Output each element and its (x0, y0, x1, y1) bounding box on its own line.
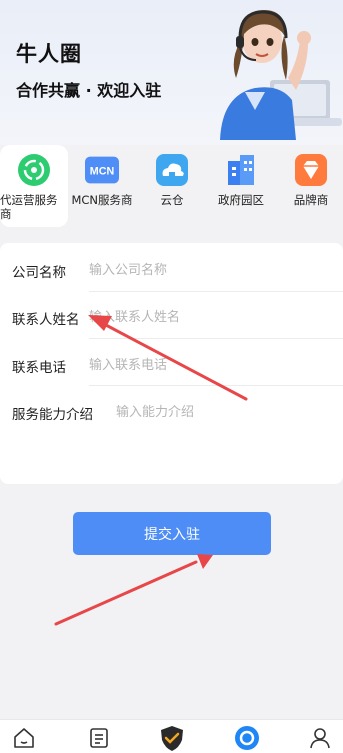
submit-button[interactable]: 提交入驻 (73, 512, 271, 555)
banner-subtitle: 合作共赢 · 欢迎入驻 (16, 81, 162, 100)
mcn-logo-icon: MCN (85, 153, 119, 187)
category-label: 云仓 (160, 193, 184, 207)
category-row: 代运营服务商 MCN MCN服务商 云仓 政府园区 品牌商 (0, 145, 343, 230)
tab-documents[interactable] (85, 724, 113, 752)
category-cloud-warehouse[interactable]: 云仓 (138, 145, 206, 227)
tab-profile[interactable] (306, 724, 334, 752)
service-intro-input[interactable] (116, 402, 331, 422)
divider (89, 291, 343, 292)
category-label: 政府园区 (218, 193, 264, 207)
circle-active-icon (235, 726, 259, 750)
category-label: 代运营服务商 (0, 193, 58, 221)
support-agent-illustration (220, 10, 342, 140)
company-name-label: 公司名称 (12, 265, 66, 281)
category-label: MCN服务商 (71, 193, 133, 207)
document-icon (90, 728, 108, 748)
government-park-icon (224, 153, 258, 187)
home-icon (14, 728, 34, 748)
hero-banner: 牛人圈 合作共赢 · 欢迎入驻 (0, 0, 343, 145)
registration-form: 公司名称 联系人姓名 联系电话 服务能力介绍 (0, 243, 343, 484)
divider (89, 338, 343, 339)
category-label: 品牌商 (293, 193, 329, 207)
bottom-tab-bar (0, 719, 343, 753)
cloud-warehouse-icon (155, 153, 189, 187)
category-operator-service[interactable]: 代运营服务商 (0, 145, 68, 227)
contact-phone-input[interactable] (89, 355, 329, 375)
divider (89, 385, 343, 386)
category-brand[interactable]: 品牌商 (277, 145, 343, 227)
category-mcn[interactable]: MCN MCN服务商 (68, 145, 136, 227)
shield-check-icon (161, 726, 183, 751)
mcn-logo-text: MCN (90, 165, 115, 177)
profile-icon (310, 728, 330, 749)
contact-phone-label: 联系电话 (12, 360, 66, 376)
operator-service-icon (17, 153, 51, 187)
annotation-arrow (54, 554, 213, 626)
company-name-input[interactable] (89, 260, 329, 280)
tab-home[interactable] (10, 724, 38, 752)
tab-discover[interactable] (233, 724, 261, 752)
category-government-park[interactable]: 政府园区 (207, 145, 275, 227)
contact-name-input[interactable] (89, 307, 329, 327)
tab-verify[interactable] (158, 724, 186, 752)
service-intro-label: 服务能力介绍 (12, 407, 93, 423)
brand-diamond-icon (294, 153, 328, 187)
banner-title: 牛人圈 (16, 42, 82, 66)
contact-name-label: 联系人姓名 (12, 312, 80, 328)
